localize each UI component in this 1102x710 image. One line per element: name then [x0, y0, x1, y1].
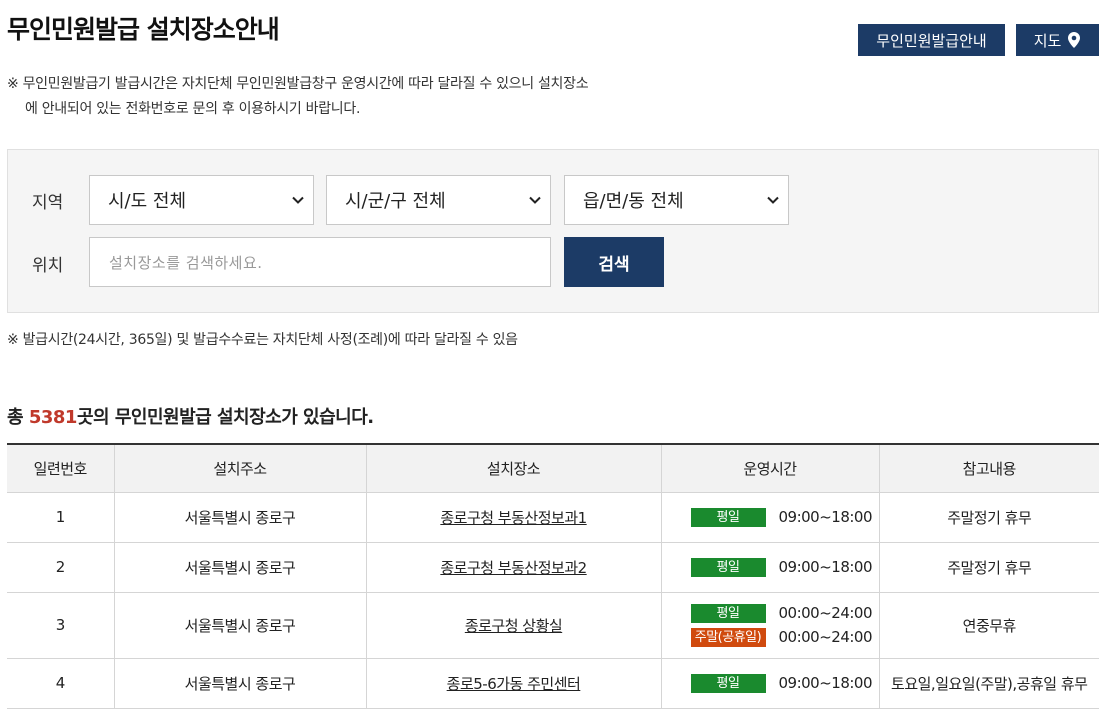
cell-note: 주말정기 휴무	[878, 492, 1099, 543]
header-address: 설치주소	[113, 443, 366, 493]
hours-time: 00:00~24:00	[778, 628, 873, 646]
hours-time: 00:00~24:00	[778, 604, 873, 622]
hours-time: 09:00~18:00	[778, 558, 873, 576]
cell-hours: 평일 00:00~24:00 주말(공휴일) 00:00~24:00	[660, 592, 879, 659]
place-link[interactable]: 종로구청 상황실	[465, 617, 563, 635]
location-search-input[interactable]: 설치장소를 검색하세요.	[89, 237, 551, 287]
cell-address: 서울특별시 종로구	[113, 592, 366, 659]
place-link[interactable]: 종로구청 부동산정보과1	[440, 509, 587, 527]
table-row: 3 서울특별시 종로구 종로구청 상황실 평일 00:00~24:00 주말(공휴…	[7, 592, 1099, 659]
eupmyeondong-select[interactable]: 읍/면/동 전체	[564, 175, 789, 225]
cell-hours: 평일 09:00~18:00	[660, 542, 879, 593]
cell-place: 종로구청 부동산정보과2	[365, 542, 661, 593]
table-row: 4 서울특별시 종로구 종로5-6가동 주민센터 평일 09:00~18:00 토…	[7, 658, 1099, 709]
cell-note: 토요일,일요일(주말),공휴일 휴무	[878, 658, 1099, 709]
notice-line-2: 에 안내되어 있는 전화번호로 문의 후 이용하시기 바랍니다.	[25, 101, 361, 117]
page-title: 무인민원발급 설치장소안내	[7, 15, 280, 44]
weekday-badge: 평일	[690, 557, 766, 577]
sido-select[interactable]: 시/도 전체	[89, 175, 314, 225]
search-button[interactable]: 검색	[564, 237, 664, 287]
eupmyeondong-select-value: 읍/면/동 전체	[583, 191, 684, 212]
cell-serial: 4	[7, 658, 114, 709]
fee-notice: ※ 발급시간(24시간, 365일) 및 발급수수료는 자치단체 사정(조례)에…	[7, 332, 518, 348]
chevron-down-icon	[292, 196, 304, 204]
cell-address: 서울특별시 종로구	[113, 542, 366, 593]
sigungu-select-value: 시/군/구 전체	[345, 191, 446, 212]
cell-hours: 평일 09:00~18:00	[660, 492, 879, 543]
table-header-row: 일련번호 설치주소 설치장소 운영시간 참고내용	[7, 443, 1099, 493]
map-button-label: 지도	[1033, 31, 1062, 50]
location-table: 일련번호 설치주소 설치장소 운영시간 참고내용 1 서울특별시 종로구 종로구…	[7, 443, 1099, 709]
cell-place: 종로5-6가동 주민센터	[365, 658, 661, 709]
sido-select-value: 시/도 전체	[108, 191, 187, 212]
search-button-label: 검색	[598, 254, 630, 275]
place-link[interactable]: 종로구청 부동산정보과2	[440, 559, 587, 577]
cell-place: 종로구청 상황실	[365, 592, 661, 659]
search-placeholder: 설치장소를 검색하세요.	[109, 253, 263, 272]
guide-button[interactable]: 무인민원발급안내	[858, 24, 1005, 56]
result-summary: 총 5381곳의 무인민원발급 설치장소가 있습니다.	[7, 403, 374, 429]
table-row: 2 서울특별시 종로구 종로구청 부동산정보과2 평일 09:00~18:00 주…	[7, 542, 1099, 593]
hours-time: 09:00~18:00	[778, 508, 873, 526]
header-hours: 운영시간	[660, 443, 879, 493]
summary-prefix: 총	[7, 407, 29, 428]
search-panel: 지역 시/도 전체 시/군/구 전체 읍/면/동 전체 위치 설치장소를 검색하…	[7, 149, 1099, 313]
header-place: 설치장소	[365, 443, 661, 493]
cell-hours: 평일 09:00~18:00	[660, 658, 879, 709]
notice-line-1: ※ 무인민원발급기 발급시간은 자치단체 무인민원발급창구 운영시간에 따라 달…	[7, 76, 589, 92]
table-row: 1 서울특별시 종로구 종로구청 부동산정보과1 평일 09:00~18:00 주…	[7, 492, 1099, 543]
map-pin-icon	[1068, 32, 1081, 48]
header-serial: 일련번호	[7, 443, 114, 493]
cell-serial: 3	[7, 592, 114, 659]
summary-suffix: 곳의 무인민원발급 설치장소가 있습니다.	[76, 407, 374, 428]
place-link[interactable]: 종로5-6가동 주민센터	[447, 675, 581, 693]
region-label: 지역	[32, 193, 64, 213]
cell-serial: 2	[7, 542, 114, 593]
result-count: 5381	[28, 407, 78, 428]
location-label: 위치	[32, 256, 64, 276]
cell-place: 종로구청 부동산정보과1	[365, 492, 661, 543]
weekday-badge: 평일	[690, 507, 766, 527]
cell-address: 서울특별시 종로구	[113, 492, 366, 543]
guide-button-label: 무인민원발급안내	[876, 31, 987, 50]
cell-serial: 1	[7, 492, 114, 543]
map-button[interactable]: 지도	[1016, 24, 1099, 56]
sigungu-select[interactable]: 시/군/구 전체	[326, 175, 551, 225]
cell-note: 연중무휴	[878, 592, 1099, 659]
chevron-down-icon	[767, 196, 779, 204]
hours-time: 09:00~18:00	[778, 674, 873, 692]
weekday-badge: 평일	[690, 673, 766, 693]
cell-address: 서울특별시 종로구	[113, 658, 366, 709]
chevron-down-icon	[529, 196, 541, 204]
weekday-badge: 평일	[690, 603, 766, 623]
weekend-badge: 주말(공휴일)	[690, 627, 766, 647]
issuance-notice: ※ 무인민원발급기 발급시간은 자치단체 무인민원발급창구 운영시간에 따라 달…	[7, 72, 589, 122]
cell-note: 주말정기 휴무	[878, 542, 1099, 593]
header-note: 참고내용	[878, 443, 1099, 493]
